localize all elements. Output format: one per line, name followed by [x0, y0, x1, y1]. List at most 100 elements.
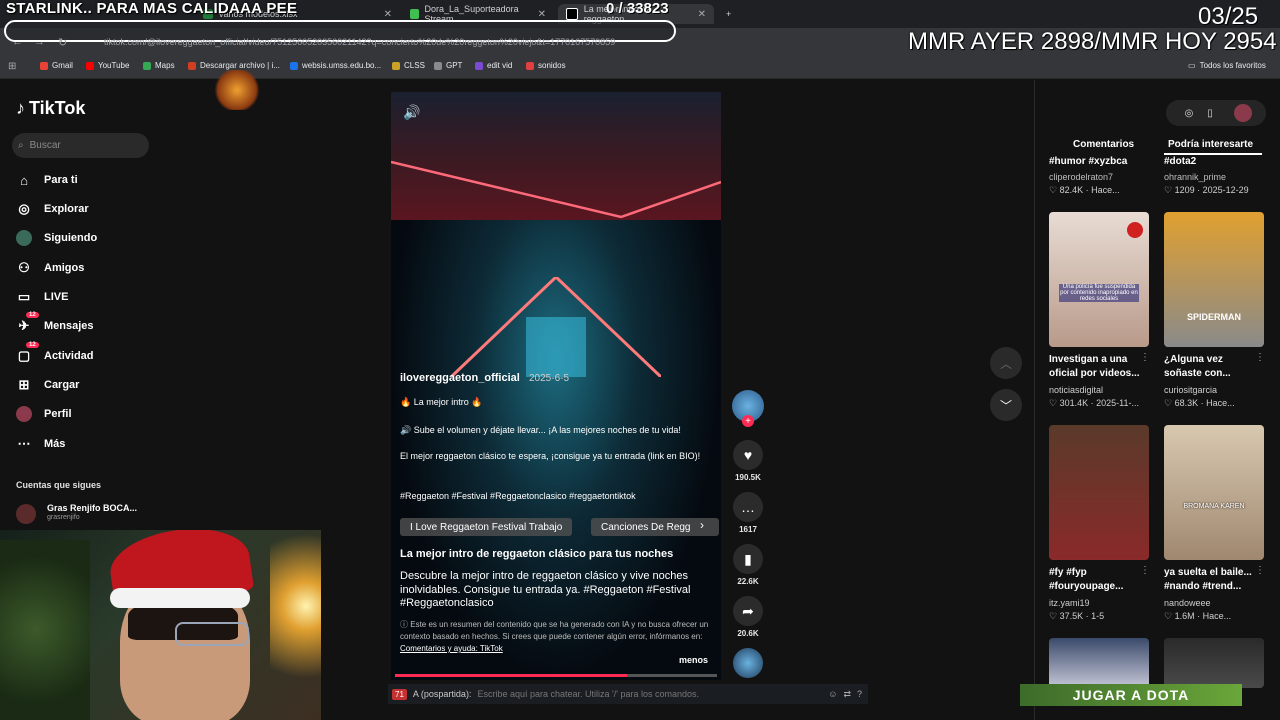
video-thumbnail[interactable]: SPIDERMAN: [1164, 212, 1264, 347]
card-title[interactable]: Investigan a una oficial por videos...: [1049, 353, 1141, 379]
previous-video-button[interactable]: ︿: [990, 347, 1022, 379]
ai-summary-body: Descubre la mejor intro de reggaeton clá…: [400, 570, 691, 609]
more-options-icon[interactable]: ⋮: [1140, 565, 1150, 576]
card-title[interactable]: #humor #xyzbca: [1049, 156, 1141, 167]
comment-icon[interactable]: …: [733, 492, 763, 522]
bookmark-3[interactable]: Descargar archivo | i...: [188, 61, 280, 70]
sidebar-item-label: Actividad: [44, 350, 94, 362]
more-options-icon[interactable]: ⋮: [1255, 565, 1265, 576]
sidebar-item-label: Amigos: [44, 262, 85, 274]
save-action[interactable]: ▮ 22.6K: [733, 544, 763, 586]
bookmark-icon[interactable]: ▮: [733, 544, 763, 574]
bookmark-0[interactable]: Gmail: [40, 61, 73, 70]
bookmark-1[interactable]: YouTube: [86, 61, 129, 70]
card-title[interactable]: ¿Alguna vez soñaste con...: [1164, 353, 1256, 379]
sidebar-item-mensajes[interactable]: ✈ 12 Mensajes: [16, 312, 94, 334]
volume-icon[interactable]: 🔊: [403, 104, 420, 121]
emoji-icon[interactable]: ☺: [828, 689, 837, 699]
video-thumbnail[interactable]: [1049, 425, 1149, 560]
search-input[interactable]: ⌕ Buscar: [12, 133, 149, 158]
coin-icon[interactable]: ◎: [1180, 104, 1198, 122]
card-user[interactable]: itz.yami19: [1049, 598, 1090, 608]
follow-plus-icon[interactable]: +: [742, 415, 754, 427]
music-disc-icon[interactable]: [733, 648, 763, 678]
bookmark-7[interactable]: edit vid: [475, 61, 512, 70]
sidebar-item-live[interactable]: ▭ LIVE: [16, 289, 69, 305]
video-author[interactable]: ilovereggaeton_official: [400, 372, 520, 384]
sidebar-item-amigos[interactable]: ⚇ Amigos: [16, 260, 84, 276]
like-action[interactable]: ♥ 190.5K: [733, 440, 763, 482]
feedback-link[interactable]: Comentarios y ayuda: TikTok: [400, 644, 503, 653]
more-options-icon[interactable]: ⋮: [1255, 352, 1265, 363]
user-avatar[interactable]: [1234, 104, 1252, 122]
share-icon[interactable]: ➦: [733, 596, 763, 626]
card-user[interactable]: ohrannik_prime: [1164, 172, 1226, 182]
next-video-button[interactable]: ﹀: [990, 389, 1022, 421]
sidebar-item-mas[interactable]: ⋯ Más: [16, 436, 66, 452]
video-thumbnail[interactable]: [1049, 638, 1149, 688]
chat-input[interactable]: Escribe aquí para chatear. Utiliza '/' p…: [477, 689, 699, 699]
ai-disclaimer-text: Este es un resumen del contenido que se …: [400, 620, 709, 641]
close-icon[interactable]: ✕: [384, 9, 392, 20]
back-icon[interactable]: ←: [12, 36, 23, 48]
tiktok-note-icon: ♪: [16, 98, 25, 118]
card-title[interactable]: #dota2: [1164, 156, 1256, 167]
share-action[interactable]: ➦ 20.6K: [733, 596, 763, 638]
card-title[interactable]: #fy #fyp #fouryoupage...: [1049, 566, 1141, 592]
card-title[interactable]: ya suelta el baile... #nando #trend...: [1164, 566, 1256, 592]
forward-icon[interactable]: →: [34, 36, 45, 48]
close-icon[interactable]: ✕: [698, 9, 706, 20]
new-tab-button[interactable]: +: [718, 4, 738, 24]
card-user[interactable]: cliperodelraton7: [1049, 172, 1113, 182]
url-input[interactable]: tiktok.com/@ilovereggaeton_official/vide…: [104, 37, 615, 47]
caption-hashtags[interactable]: #Reggaeton #Festival #Reggaetonclasico #…: [400, 490, 710, 502]
bookmark-5[interactable]: CLSS: [392, 61, 425, 70]
apps-grid-icon[interactable]: ⊞: [8, 61, 16, 72]
info-icon: ⓘ: [400, 620, 411, 629]
reload-icon[interactable]: ↻: [58, 36, 67, 49]
game-chat-bar[interactable]: 71 A (pospartida): Escribe aquí para cha…: [388, 684, 868, 704]
chevron-right-icon[interactable]: ›: [700, 518, 704, 532]
card-user[interactable]: curiositgarcia: [1164, 385, 1217, 395]
followed-account-avatar[interactable]: [16, 504, 36, 524]
related-search-chip-0[interactable]: I Love Reggaeton Festival Trabajo: [400, 518, 573, 536]
bookmark-4[interactable]: websis.umss.edu.bo...: [290, 61, 381, 70]
tab-comments[interactable]: Comentarios: [1073, 139, 1134, 150]
ai-disclaimer: ⓘ Este es un resumen del contenido que s…: [400, 619, 718, 655]
device-icon[interactable]: ▯: [1201, 104, 1219, 122]
gpt-icon: [434, 61, 442, 70]
help-icon[interactable]: ?: [857, 689, 862, 699]
heart-icon[interactable]: ♥: [733, 440, 763, 470]
more-options-icon[interactable]: ⋮: [1140, 352, 1150, 363]
show-less-button[interactable]: menos: [679, 655, 708, 665]
sidebar-item-perfil[interactable]: Perfil: [16, 406, 72, 422]
sidebar-item-actividad[interactable]: ▢ 12 Actividad: [16, 342, 94, 364]
video-progress-bar[interactable]: [395, 674, 717, 677]
sidebar-item-explorar[interactable]: ◎ Explorar: [16, 201, 88, 217]
translate-icon[interactable]: ⇄: [843, 689, 851, 700]
video-thumbnail[interactable]: [1164, 638, 1264, 688]
tiktok-logo[interactable]: ♪ TikTok: [16, 98, 85, 119]
bookmark-6[interactable]: GPT: [434, 61, 462, 70]
sidebar-item-cargar[interactable]: ⊞ Cargar: [16, 377, 80, 393]
all-bookmarks[interactable]: ▭ Todos los favoritos: [1188, 61, 1266, 70]
card-user[interactable]: nandoweee: [1164, 598, 1211, 608]
video-thumbnail[interactable]: BROMANA KAREN: [1164, 425, 1264, 560]
bookmark-8[interactable]: sonidos: [526, 61, 566, 70]
card-user[interactable]: noticiasdigital: [1049, 385, 1103, 395]
sidebar-item-para-ti[interactable]: ⌂ Para ti: [16, 172, 78, 188]
card-stats: ♡ 68.3K · Hace...: [1164, 398, 1235, 408]
sidebar-item-label: LIVE: [44, 291, 69, 303]
websis-icon: [290, 61, 298, 70]
close-icon[interactable]: ✕: [538, 9, 546, 20]
mmr-overlay: MMR AYER 2898/MMR HOY 2954: [908, 28, 1277, 55]
card-stats: ♡ 37.5K · 1-5: [1049, 611, 1105, 621]
comment-action[interactable]: … 1617: [733, 492, 763, 534]
bookmark-2[interactable]: Maps: [143, 61, 175, 70]
video-thumbnail[interactable]: Una policía fue suspendida por contenido…: [1049, 212, 1149, 347]
gmail-icon: [40, 61, 48, 70]
followed-account-name[interactable]: Gras Renjifo BOCA...: [47, 503, 137, 513]
sidebar-item-siguiendo[interactable]: Siguiendo: [16, 230, 97, 246]
tab-suggested[interactable]: Podría interesarte: [1168, 139, 1253, 150]
play-dota-button[interactable]: JUGAR A DOTA: [1020, 684, 1242, 706]
